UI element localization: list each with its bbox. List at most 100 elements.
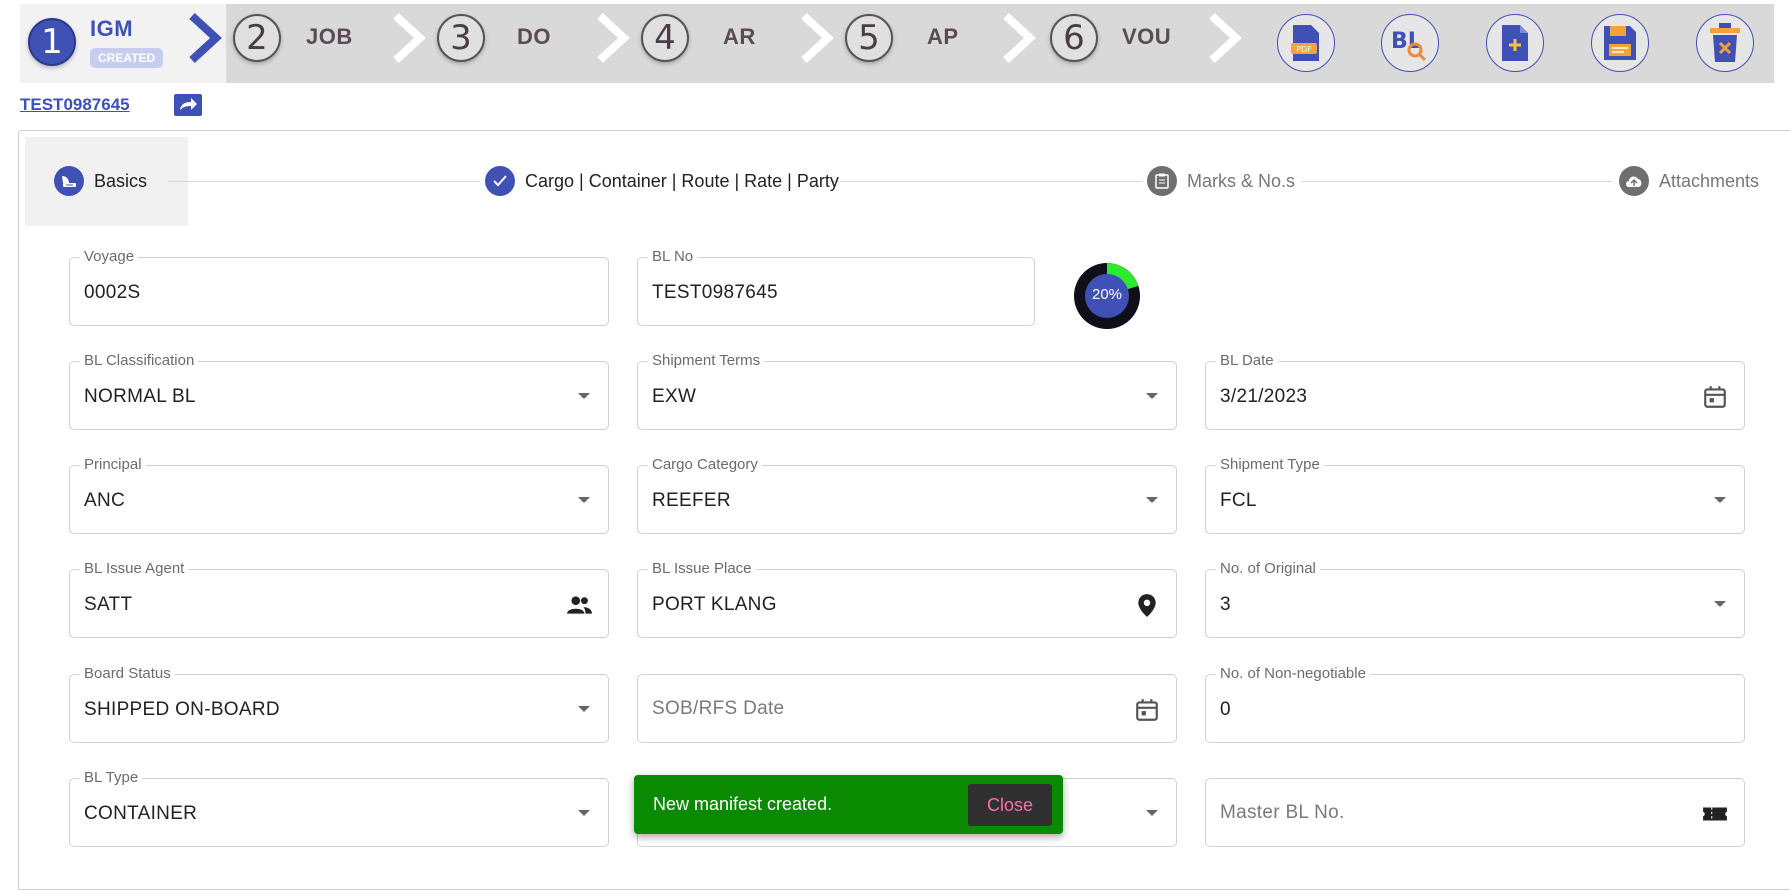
delete-button[interactable] [1696, 14, 1754, 72]
field-value: SATT [84, 594, 133, 615]
field-label: BL Issue Place [648, 560, 756, 577]
basics-icon [54, 166, 84, 196]
field-label: Shipment Type [1216, 456, 1324, 473]
chevron-right-icon [393, 13, 426, 63]
field-label: BL Issue Agent [80, 560, 189, 577]
cargo-category-select[interactable]: Cargo Category REEFER [637, 456, 1177, 534]
chevron-down-icon [1714, 601, 1726, 607]
step-label-ap: AP [927, 24, 959, 49]
shipment-terms-select[interactable]: Shipment Terms EXW [637, 352, 1177, 430]
field-value: PORT KLANG [652, 594, 777, 615]
field-value: EXW [652, 386, 697, 407]
process-bar: 1 IGM CREATED 2 JOB 3 DO 4 AR 5 AP 6 VOU… [20, 4, 1774, 83]
chevron-down-icon [578, 393, 590, 399]
bl-search-icon: BL [1391, 29, 1427, 62]
step-label-do: DO [517, 24, 551, 49]
chevron-right-icon [1209, 13, 1242, 63]
stepper-cargo[interactable]: Cargo | Container | Route | Rate | Party [485, 164, 839, 198]
master-bl-no-field[interactable]: Master BL No. [1205, 778, 1745, 847]
snackbar: New manifest created. Close [634, 775, 1063, 834]
bl-date-field[interactable]: BL Date 3/21/2023 [1205, 352, 1745, 430]
chevron-down-icon [578, 706, 590, 712]
stepper-label: Marks & No.s [1187, 170, 1296, 191]
shipment-type-select[interactable]: Shipment Type FCL [1205, 456, 1745, 534]
progress-percent: 20% [1091, 286, 1123, 303]
field-placeholder: Master BL No. [1220, 802, 1345, 823]
field-label: BL Classification [80, 352, 199, 369]
voyage-field[interactable]: Voyage 0002S [69, 248, 609, 326]
no-of-original-select[interactable]: No. of Original 3 [1205, 560, 1745, 638]
field-label: BL No [648, 248, 698, 265]
field-label: Shipment Terms [648, 352, 765, 369]
step-label-ar: AR [723, 24, 756, 49]
stepper-connector [1302, 181, 1612, 182]
field-value: SHIPPED ON-BOARD [84, 699, 280, 720]
people-icon[interactable] [566, 592, 592, 618]
stepper-attachments[interactable]: Attachments [1619, 164, 1759, 198]
step-number-3: 3 [437, 14, 485, 62]
step-number-6: 6 [1050, 14, 1098, 62]
stepper-basics[interactable]: Basics [54, 164, 147, 198]
field-value: 3 [1220, 594, 1231, 615]
step-number-1: 1 [28, 18, 76, 66]
field-value: 3/21/2023 [1220, 386, 1308, 407]
bl-classification-select[interactable]: BL Classification NORMAL BL [69, 352, 609, 430]
cloud-upload-icon [1619, 166, 1649, 196]
field-placeholder: SOB/RFS Date [652, 698, 785, 719]
new-document-button[interactable] [1486, 14, 1544, 72]
chevron-right-icon [597, 13, 630, 63]
new-document-icon [1502, 25, 1528, 61]
bl-issue-place-field[interactable]: BL Issue Place PORT KLANG [637, 560, 1177, 638]
reference-link[interactable]: TEST0987645 [20, 95, 130, 115]
chevron-down-icon [578, 810, 590, 816]
status-badge: CREATED [90, 48, 164, 68]
step-number-2: 2 [233, 14, 281, 62]
location-pin-icon[interactable] [1134, 592, 1160, 618]
field-value: ANC [84, 490, 126, 511]
field-label: Cargo Category [648, 456, 762, 473]
field-label: BL Type [80, 769, 143, 786]
calendar-icon[interactable] [1702, 384, 1728, 410]
snackbar-message: New manifest created. [653, 794, 833, 814]
save-button[interactable] [1591, 14, 1649, 72]
bl-issue-agent-field[interactable]: BL Issue Agent SATT [69, 560, 609, 638]
field-value: 0 [1220, 699, 1231, 720]
save-icon [1604, 26, 1636, 60]
field-value: FCL [1220, 490, 1257, 511]
chevron-right-icon [1003, 13, 1036, 63]
chevron-down-icon [1146, 393, 1158, 399]
bl-type-select[interactable]: BL Type CONTAINER [69, 769, 609, 847]
calendar-icon[interactable] [1134, 697, 1160, 723]
stepper-label: Attachments [1659, 170, 1760, 191]
pdf-button[interactable]: PDF [1277, 14, 1335, 72]
share-icon[interactable] [173, 93, 203, 117]
chevron-right-icon [801, 13, 834, 63]
no-of-non-negotiable-field[interactable]: No. of Non-negotiable 0 [1205, 665, 1745, 743]
stepper-marks[interactable]: Marks & No.s [1147, 164, 1295, 198]
chevron-down-icon [1146, 810, 1158, 816]
field-value: CONTAINER [84, 803, 198, 824]
chevron-down-icon [1714, 497, 1726, 503]
field-label: No. of Non-negotiable [1216, 665, 1370, 682]
bl-search-button[interactable]: BL [1381, 14, 1439, 72]
bl-no-field[interactable]: BL No TEST0987645 [637, 248, 1035, 326]
stepper-connector [830, 181, 1142, 182]
stepper-label: Basics [94, 170, 148, 191]
field-value: 0002S [84, 282, 141, 303]
field-label: Voyage [80, 248, 139, 265]
ticket-icon[interactable] [1702, 801, 1728, 827]
close-button[interactable]: Close [968, 784, 1052, 826]
svg-text:BL: BL [1391, 29, 1422, 54]
sob-rfs-date-field[interactable]: SOB/RFS Date [637, 674, 1177, 743]
field-label: Board Status [80, 665, 175, 682]
pdf-icon: PDF [1291, 25, 1319, 61]
chevron-down-icon [578, 497, 590, 503]
board-status-select[interactable]: Board Status SHIPPED ON-BOARD [69, 665, 609, 743]
principal-select[interactable]: Principal ANC [69, 456, 609, 534]
stepper-connector [168, 181, 480, 182]
step-label-vou: VOU [1122, 24, 1172, 49]
delete-icon [1710, 23, 1740, 62]
field-label: No. of Original [1216, 560, 1320, 577]
check-icon [485, 166, 515, 196]
chevron-right-icon [189, 13, 222, 63]
